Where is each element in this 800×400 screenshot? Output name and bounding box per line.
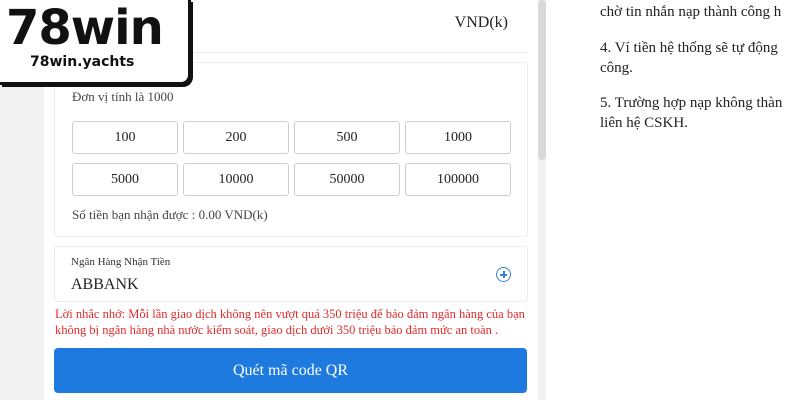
brand-logo: 78win 78win.yachts [0,0,191,85]
scrollbar[interactable] [538,0,546,160]
logo-domain: 78win.yachts [30,54,135,70]
amount-option-50000[interactable]: 50000 [294,163,400,196]
amount-option-10000[interactable]: 10000 [183,163,289,196]
amount-option-200[interactable]: 200 [183,121,289,154]
bank-value: ABBANK [71,276,139,293]
instruction-item-4-cont: công. [600,60,633,76]
instruction-item-4: 4. Ví tiền hệ thống sẽ tự động [600,40,778,56]
unit-note: Đơn vị tính là 1000 [72,89,174,104]
instruction-item-5-cont: liên hệ CSKH. [600,115,688,131]
plus-circle-icon[interactable] [496,267,511,282]
amount-grid: 100 200 500 1000 5000 10000 50000 100000 [72,121,511,196]
amount-option-100[interactable]: 100 [72,121,178,154]
amount-option-1000[interactable]: 1000 [405,121,511,154]
received-amount: Số tiền bạn nhận được : 0.00 VND(k) [72,207,268,222]
bank-select[interactable]: Ngân Hàng Nhận Tiền ABBANK [54,246,528,302]
bank-label: Ngân Hàng Nhận Tiền [71,256,171,268]
amount-option-100000[interactable]: 100000 [405,163,511,196]
logo-wordmark: 78win [6,0,164,56]
instruction-line: chờ tin nhắn nạp thành công h [600,4,782,20]
amount-option-5000[interactable]: 5000 [72,163,178,196]
amount-card: Đơn vị tính là 1000 100 200 500 1000 500… [54,62,528,237]
instruction-item-5: 5. Trường hợp nạp không thàn [600,95,783,111]
amount-option-500[interactable]: 500 [294,121,400,154]
currency-label: VND(k) [454,14,508,31]
warning-text: Lời nhắc nhở: Mỗi lần giao dịch không nê… [55,307,525,337]
scan-qr-button[interactable]: Quét mã code QR [54,348,527,393]
instructions-panel: chờ tin nhắn nạp thành công h 4. Ví tiền… [546,0,800,400]
